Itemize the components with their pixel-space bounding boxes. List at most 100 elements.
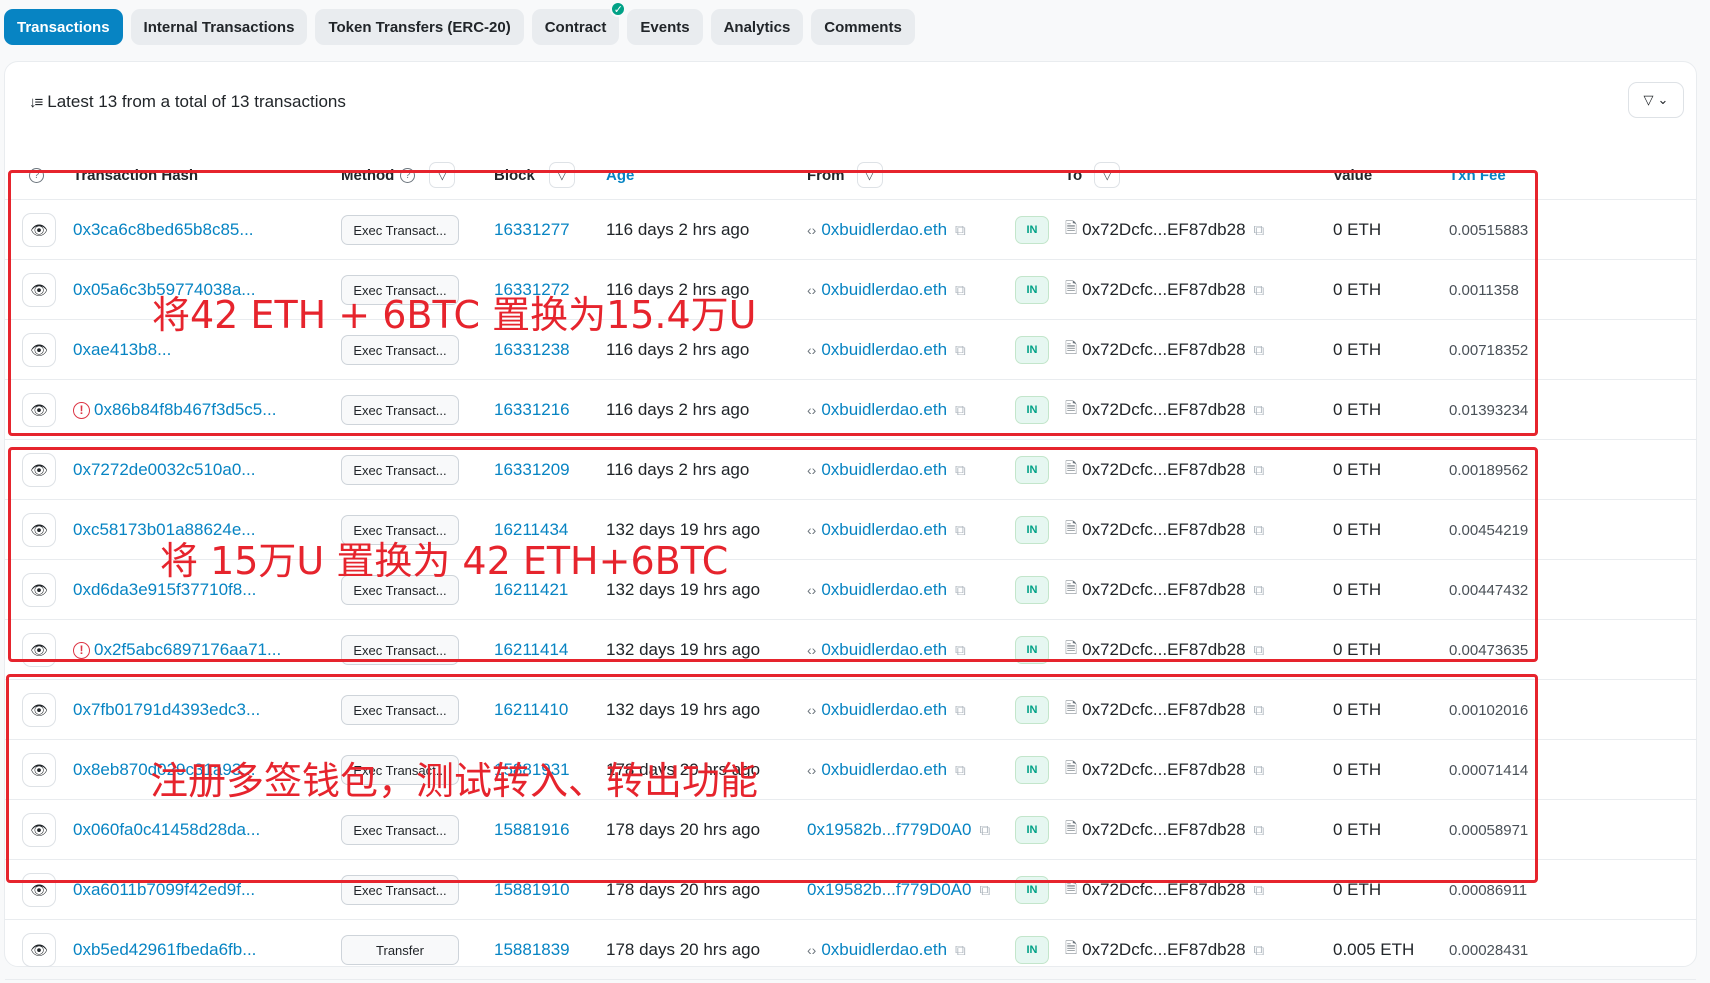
eye-icon[interactable]: 👁: [22, 273, 56, 307]
transaction-hash-link[interactable]: 0xd6da3e915f37710f8...: [73, 580, 256, 600]
to-address[interactable]: 0x72Dcfc...EF87db28: [1082, 460, 1245, 480]
tab-label[interactable]: Analytics: [724, 19, 791, 36]
copy-icon[interactable]: ⧉: [955, 702, 966, 719]
from-address-link[interactable]: 0xbuidlerdao.eth: [821, 400, 947, 420]
from-address-link[interactable]: 0xbuidlerdao.eth: [821, 520, 947, 540]
from-address-link[interactable]: 0xbuidlerdao.eth: [821, 940, 947, 960]
tab-token-transfers-erc-20[interactable]: Token Transfers (ERC-20): [315, 9, 524, 45]
to-address[interactable]: 0x72Dcfc...EF87db28: [1082, 520, 1245, 540]
eye-icon[interactable]: 👁: [22, 453, 56, 487]
tab-label[interactable]: Transactions: [17, 19, 110, 36]
from-address-link[interactable]: 0x19582b...f779D0A0: [807, 820, 971, 840]
to-address[interactable]: 0x72Dcfc...EF87db28: [1082, 580, 1245, 600]
from-address-link[interactable]: 0xbuidlerdao.eth: [821, 460, 947, 480]
copy-icon[interactable]: ⧉: [955, 522, 966, 539]
header-label[interactable]: Age: [606, 167, 634, 184]
transaction-hash-link[interactable]: 0xc58173b01a88624e...: [73, 520, 255, 540]
copy-icon[interactable]: ⧉: [955, 462, 966, 479]
transaction-hash-link[interactable]: 0x7fb01791d4393edc3...: [73, 700, 260, 720]
copy-icon[interactable]: ⧉: [1254, 282, 1265, 299]
tab-events[interactable]: Events: [627, 9, 703, 45]
to-address[interactable]: 0x72Dcfc...EF87db28: [1082, 280, 1245, 300]
block-filter-icon[interactable]: ▽: [548, 162, 575, 188]
block-link[interactable]: 16331216: [494, 400, 570, 420]
transaction-hash-link[interactable]: 0xae413b8...: [73, 340, 171, 360]
to-filter-icon[interactable]: ▽: [1094, 162, 1121, 188]
eye-icon[interactable]: 👁: [22, 393, 56, 427]
tab-comments[interactable]: Comments: [811, 9, 915, 45]
copy-icon[interactable]: ⧉: [979, 822, 990, 839]
copy-icon[interactable]: ⧉: [1254, 582, 1265, 599]
block-link[interactable]: 16211434: [494, 520, 568, 540]
copy-icon[interactable]: ⧉: [1254, 642, 1265, 659]
eye-icon[interactable]: 👁: [22, 873, 56, 907]
copy-icon[interactable]: ⧉: [955, 642, 966, 659]
tab-analytics[interactable]: Analytics: [710, 9, 804, 45]
filter-dropdown-button[interactable]: ▽ ⌄: [1628, 82, 1684, 118]
copy-icon[interactable]: ⧉: [955, 282, 966, 299]
block-link[interactable]: 15881839: [494, 940, 570, 960]
tab-internal-transactions[interactable]: Internal Transactions: [130, 9, 308, 45]
tab-contract[interactable]: Contract ✓: [531, 1, 627, 45]
copy-icon[interactable]: ⧉: [1254, 222, 1265, 239]
eye-icon[interactable]: 👁: [22, 693, 56, 727]
method-filter-icon[interactable]: ▽: [429, 162, 456, 188]
copy-icon[interactable]: ⧉: [955, 342, 966, 359]
from-address-link[interactable]: 0xbuidlerdao.eth: [821, 220, 947, 240]
to-address[interactable]: 0x72Dcfc...EF87db28: [1082, 700, 1245, 720]
transaction-hash-link[interactable]: 0x8eb870d029c31a93...: [73, 760, 255, 780]
copy-icon[interactable]: ⧉: [1254, 882, 1265, 899]
eye-icon[interactable]: 👁: [22, 933, 56, 967]
copy-icon[interactable]: ⧉: [979, 882, 990, 899]
block-link[interactable]: 16331238: [494, 340, 570, 360]
from-address-link[interactable]: 0xbuidlerdao.eth: [821, 280, 947, 300]
copy-icon[interactable]: ⧉: [1254, 342, 1265, 359]
copy-icon[interactable]: ⧉: [1254, 702, 1265, 719]
eye-icon[interactable]: 👁: [22, 633, 56, 667]
header-age[interactable]: Age: [606, 150, 634, 200]
eye-icon[interactable]: 👁: [22, 813, 56, 847]
from-filter-icon[interactable]: ▽: [856, 162, 883, 188]
tab-label[interactable]: Internal Transactions: [144, 19, 295, 36]
transaction-hash-link[interactable]: 0xa6011b7099f42ed9f...: [73, 880, 255, 900]
from-address-link[interactable]: 0xbuidlerdao.eth: [821, 760, 947, 780]
from-address-link[interactable]: 0x19582b...f779D0A0: [807, 880, 971, 900]
to-address[interactable]: 0x72Dcfc...EF87db28: [1082, 640, 1245, 660]
tab-label[interactable]: Contract: [545, 19, 607, 36]
transaction-hash-link[interactable]: 0x05a6c3b59774038a...: [73, 280, 255, 300]
copy-icon[interactable]: ⧉: [955, 222, 966, 239]
transaction-hash-link[interactable]: 0x060fa0c41458d28da...: [73, 820, 260, 840]
block-link[interactable]: 15881910: [494, 880, 570, 900]
to-address[interactable]: 0x72Dcfc...EF87db28: [1082, 220, 1245, 240]
copy-icon[interactable]: ⧉: [1254, 942, 1265, 959]
to-address[interactable]: 0x72Dcfc...EF87db28: [1082, 880, 1245, 900]
transaction-hash-link[interactable]: 0x7272de0032c510a0...: [73, 460, 255, 480]
eye-icon[interactable]: 👁: [22, 213, 56, 247]
copy-icon[interactable]: ⧉: [1254, 522, 1265, 539]
from-address-link[interactable]: 0xbuidlerdao.eth: [821, 640, 947, 660]
block-link[interactable]: 16331209: [494, 460, 570, 480]
block-link[interactable]: 16331277: [494, 220, 570, 240]
block-link[interactable]: 15881931: [494, 760, 570, 780]
from-address-link[interactable]: 0xbuidlerdao.eth: [821, 340, 947, 360]
transaction-hash-link[interactable]: 0x86b84f8b467f3d5c5...: [94, 400, 276, 420]
to-address[interactable]: 0x72Dcfc...EF87db28: [1082, 400, 1245, 420]
tab-label[interactable]: Events: [640, 19, 689, 36]
block-link[interactable]: 16211414: [494, 640, 568, 660]
block-link[interactable]: 16331272: [494, 280, 570, 300]
help-column-header[interactable]: ?: [29, 150, 44, 200]
from-address-link[interactable]: 0xbuidlerdao.eth: [821, 700, 947, 720]
transaction-hash-link[interactable]: 0xb5ed42961fbeda6fb...: [73, 940, 256, 960]
transaction-hash-link[interactable]: 0x2f5abc6897176aa71...: [94, 640, 281, 660]
to-address[interactable]: 0x72Dcfc...EF87db28: [1082, 340, 1245, 360]
tab-label[interactable]: Token Transfers (ERC-20): [328, 19, 510, 36]
to-address[interactable]: 0x72Dcfc...EF87db28: [1082, 940, 1245, 960]
tab-transactions[interactable]: Transactions: [4, 9, 123, 45]
method-info-icon[interactable]: ?: [400, 167, 416, 183]
eye-icon[interactable]: 👁: [22, 513, 56, 547]
eye-icon[interactable]: 👁: [22, 573, 56, 607]
copy-icon[interactable]: ⧉: [1254, 822, 1265, 839]
copy-icon[interactable]: ⧉: [1254, 402, 1265, 419]
to-address[interactable]: 0x72Dcfc...EF87db28: [1082, 820, 1245, 840]
eye-icon[interactable]: 👁: [22, 333, 56, 367]
